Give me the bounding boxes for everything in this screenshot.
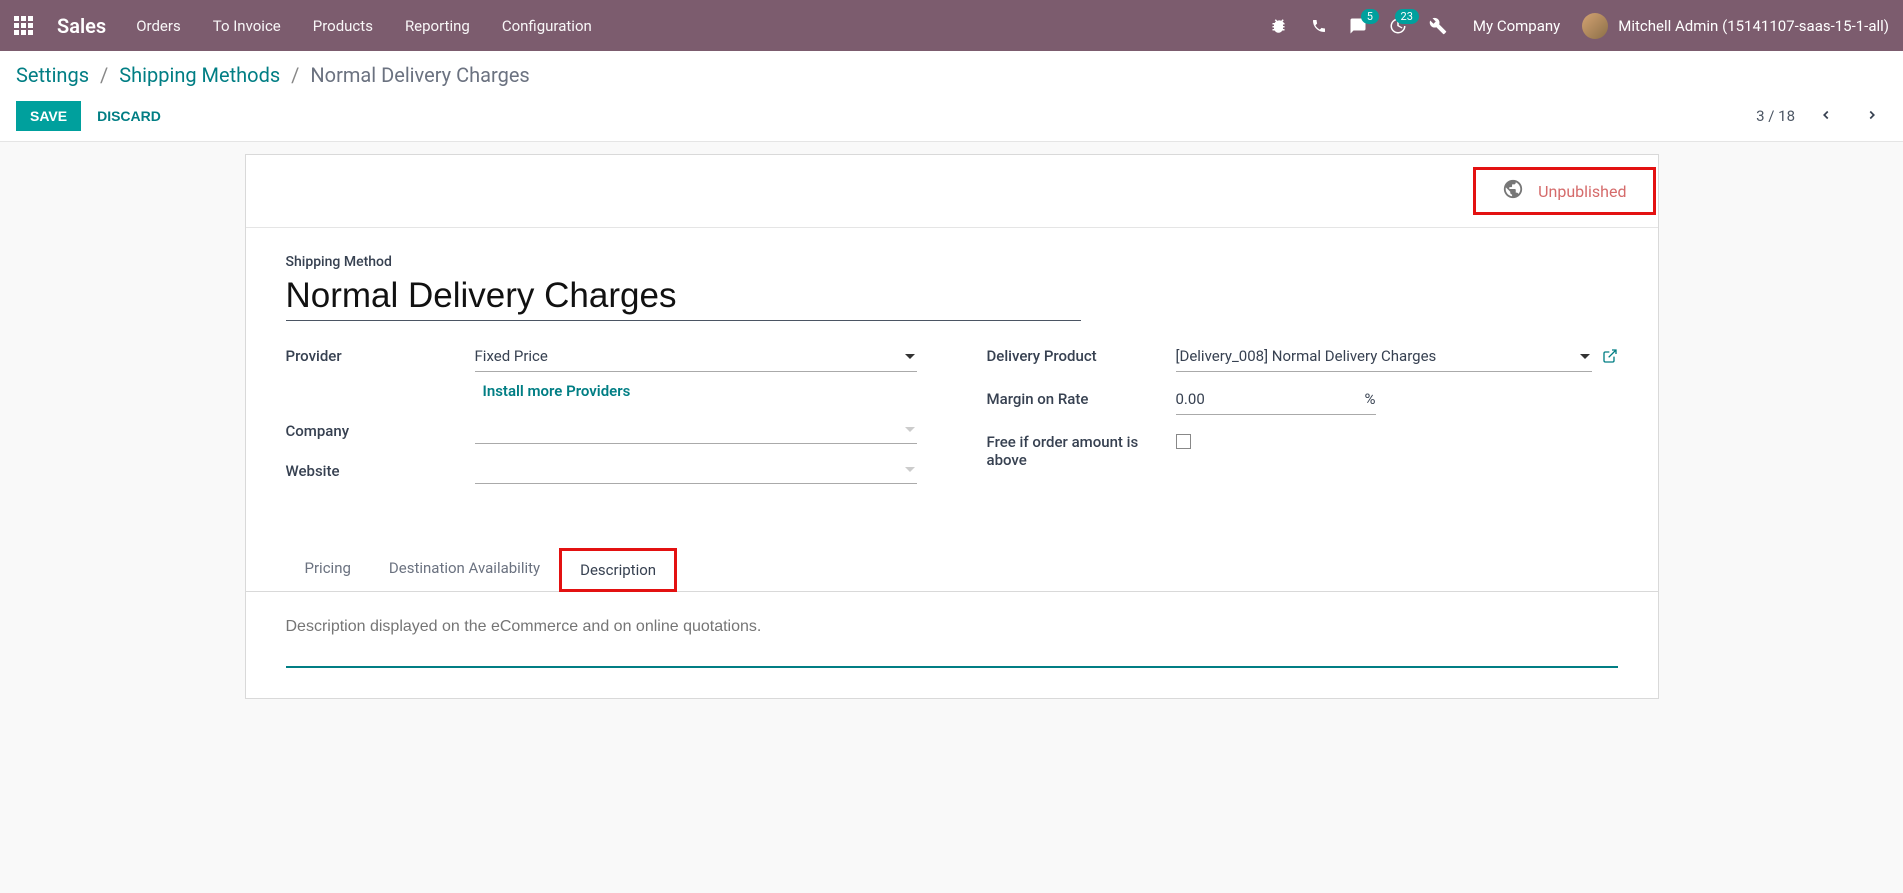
avatar — [1582, 13, 1608, 39]
tools-icon[interactable] — [1429, 17, 1447, 35]
user-menu[interactable]: Mitchell Admin (15141107-saas-15-1-all) — [1582, 13, 1889, 39]
company-label: Company — [286, 418, 475, 440]
breadcrumb: Settings / Shipping Methods / Normal Del… — [16, 63, 1887, 87]
pager-text[interactable]: 3 / 18 — [1756, 107, 1795, 125]
publish-button[interactable]: Unpublished — [1473, 167, 1655, 215]
menu-reporting[interactable]: Reporting — [405, 17, 470, 35]
phone-icon[interactable] — [1311, 18, 1327, 34]
breadcrumb-root[interactable]: Settings — [16, 63, 89, 87]
caret-icon — [1580, 354, 1590, 359]
breadcrumb-parent[interactable]: Shipping Methods — [119, 63, 280, 87]
provider-select[interactable]: Fixed Price — [475, 343, 917, 372]
menu-configuration[interactable]: Configuration — [502, 17, 592, 35]
caret-icon — [905, 467, 915, 472]
title-input[interactable] — [286, 274, 1081, 321]
margin-unit: % — [1365, 390, 1376, 408]
caret-icon — [905, 354, 915, 359]
external-link-icon[interactable] — [1602, 348, 1618, 368]
control-panel: Settings / Shipping Methods / Normal Del… — [0, 51, 1903, 142]
right-column: Delivery Product [Delivery_008] Normal D… — [987, 343, 1618, 498]
margin-label: Margin on Rate — [987, 386, 1176, 408]
tab-content — [246, 592, 1658, 698]
tabs: Pricing Destination Availability Descrip… — [246, 548, 1658, 592]
activity-badge: 23 — [1395, 9, 1419, 24]
breadcrumb-current: Normal Delivery Charges — [310, 63, 529, 87]
delivery-product-value: [Delivery_008] Normal Delivery Charges — [1176, 347, 1437, 365]
chat-icon[interactable]: 5 — [1349, 17, 1367, 35]
company-name[interactable]: My Company — [1473, 17, 1560, 35]
website-label: Website — [286, 458, 475, 480]
menu-to-invoice[interactable]: To Invoice — [213, 17, 281, 35]
main-menu: Orders To Invoice Products Reporting Con… — [136, 17, 592, 35]
activity-icon[interactable]: 23 — [1389, 17, 1407, 35]
delivery-product-select[interactable]: [Delivery_008] Normal Delivery Charges — [1176, 343, 1592, 372]
menu-orders[interactable]: Orders — [136, 17, 181, 35]
chat-badge: 5 — [1361, 9, 1379, 24]
margin-value: 0.00 — [1176, 390, 1365, 408]
user-name-label: Mitchell Admin (15141107-saas-15-1-all) — [1618, 17, 1889, 35]
brand-title[interactable]: Sales — [57, 14, 106, 38]
form-container: Unpublished Shipping Method Provider Fix… — [0, 142, 1903, 729]
delivery-product-label: Delivery Product — [987, 343, 1176, 365]
save-button[interactable]: SAVE — [16, 101, 81, 131]
caret-icon — [905, 427, 915, 432]
description-textarea[interactable] — [286, 608, 1618, 668]
tab-description[interactable]: Description — [559, 548, 677, 592]
provider-label: Provider — [286, 343, 475, 365]
publish-label: Unpublished — [1538, 182, 1626, 201]
title-label: Shipping Method — [286, 254, 1618, 270]
top-navbar: Sales Orders To Invoice Products Reporti… — [0, 0, 1903, 51]
website-select[interactable] — [475, 458, 917, 484]
tab-pricing[interactable]: Pricing — [286, 548, 370, 592]
provider-value: Fixed Price — [475, 347, 548, 365]
tab-destination-availability[interactable]: Destination Availability — [370, 548, 559, 592]
left-column: Provider Fixed Price Install more Provid… — [286, 343, 917, 498]
pager-prev[interactable] — [1811, 103, 1841, 130]
sheet-topbar: Unpublished — [246, 155, 1658, 228]
discard-button[interactable]: DISCARD — [97, 108, 161, 124]
pager-next[interactable] — [1857, 103, 1887, 130]
free-label: Free if order amount is above — [987, 429, 1176, 469]
free-checkbox[interactable] — [1176, 434, 1191, 449]
globe-icon — [1502, 178, 1524, 204]
form-sheet: Unpublished Shipping Method Provider Fix… — [245, 154, 1659, 699]
apps-icon[interactable] — [14, 16, 33, 35]
menu-products[interactable]: Products — [313, 17, 373, 35]
company-select[interactable] — [475, 418, 917, 444]
bug-icon[interactable] — [1271, 17, 1289, 35]
install-providers-button[interactable]: Install more Providers — [475, 372, 639, 404]
margin-input[interactable]: 0.00 % — [1176, 386, 1376, 415]
navbar-right: 5 23 My Company Mitchell Admin (15141107… — [1271, 13, 1889, 39]
